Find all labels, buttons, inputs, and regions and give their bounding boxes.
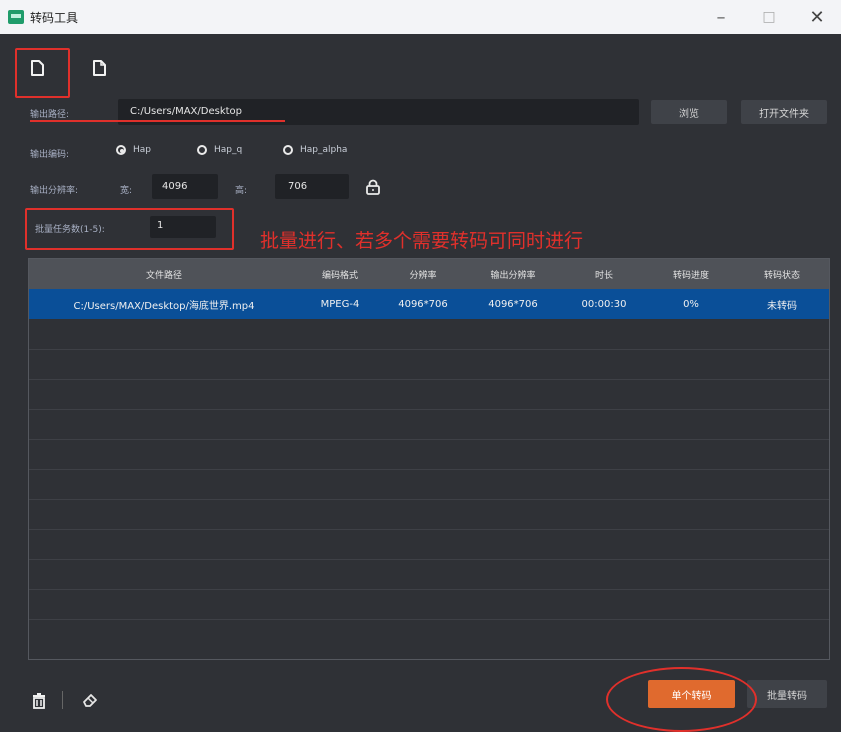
resolution-label: 输出分辨率: — [30, 186, 79, 196]
title-bar: 转码工具 – □ ✕ — [0, 0, 841, 34]
file-alt-icon[interactable] — [86, 55, 112, 81]
table-row[interactable]: C:/Users/MAX/Desktop/海底世界.mp4 MPEG-4 409… — [29, 289, 829, 319]
divider — [62, 691, 63, 709]
output-path-value: C:/Users/MAX/Desktop — [130, 106, 243, 117]
browse-button[interactable]: 浏览 — [651, 100, 727, 124]
row-divider — [29, 409, 829, 410]
radio-hap-q-label: Hap_q — [214, 145, 243, 155]
row-divider — [29, 619, 829, 620]
window-controls: – □ ✕ — [697, 0, 841, 34]
main-panel: 输出路径: C:/Users/MAX/Desktop 浏览 打开文件夹 输出编码… — [0, 34, 841, 732]
cell-codec: MPEG-4 — [320, 298, 360, 310]
batch-highlight — [25, 208, 234, 250]
cell-progress: 0% — [683, 298, 699, 310]
cell-output-resolution: 4096*706 — [488, 298, 538, 310]
encoding-label: 输出编码: — [30, 150, 70, 160]
window-title: 转码工具 — [30, 10, 79, 25]
radio-unchecked-icon — [283, 145, 293, 155]
row-divider — [29, 529, 829, 530]
close-button[interactable]: ✕ — [793, 0, 841, 34]
height-value: 706 — [288, 181, 308, 192]
row-divider — [29, 349, 829, 350]
bottom-toolbar — [30, 691, 99, 709]
row-divider — [29, 379, 829, 380]
row-divider — [29, 589, 829, 590]
cell-file-path: C:/Users/MAX/Desktop/海底世界.mp4 — [73, 300, 255, 312]
batch-annotation: 批量进行、若多个需要转码可同时进行 — [260, 230, 584, 252]
minimize-button[interactable]: – — [697, 0, 745, 34]
open-folder-button[interactable]: 打开文件夹 — [741, 100, 827, 124]
cell-resolution: 4096*706 — [398, 298, 448, 310]
col-duration[interactable]: 时长 — [561, 268, 647, 281]
radio-checked-icon — [116, 145, 126, 155]
col-output-resolution[interactable]: 输出分辨率 — [465, 268, 561, 281]
cell-duration: 00:00:30 — [581, 298, 627, 310]
row-divider — [29, 439, 829, 440]
file-table: 文件路径 编码格式 分辨率 输出分辨率 时长 转码进度 转码状态 C:/User… — [28, 258, 830, 660]
col-codec[interactable]: 编码格式 — [299, 268, 381, 281]
col-file-path[interactable]: 文件路径 — [29, 268, 299, 281]
col-progress[interactable]: 转码进度 — [647, 268, 735, 281]
radio-hap-alpha-label: Hap_alpha — [300, 145, 348, 155]
row-divider — [29, 469, 829, 470]
height-label: 高: — [235, 186, 248, 196]
col-resolution[interactable]: 分辨率 — [381, 268, 465, 281]
row-divider — [29, 499, 829, 500]
table-header: 文件路径 编码格式 分辨率 输出分辨率 时长 转码进度 转码状态 — [29, 259, 829, 289]
trash-icon[interactable] — [30, 691, 48, 709]
row-divider — [29, 559, 829, 560]
width-label: 宽: — [120, 186, 133, 196]
col-status[interactable]: 转码状态 — [735, 268, 829, 281]
maximize-button[interactable]: □ — [745, 0, 793, 34]
cell-status: 未转码 — [767, 300, 797, 312]
file-icon-highlight — [15, 48, 70, 98]
radio-hap-label: Hap — [133, 145, 151, 155]
path-underline — [30, 120, 285, 122]
batch-transcode-button[interactable]: 批量转码 — [747, 680, 827, 708]
radio-hap-alpha[interactable]: Hap_alpha — [283, 145, 347, 155]
output-path-label: 输出路径: — [30, 110, 70, 120]
height-field[interactable] — [275, 174, 349, 199]
transcode-highlight — [606, 667, 757, 732]
radio-hap-q[interactable]: Hap_q — [197, 145, 242, 155]
eraser-icon[interactable] — [81, 691, 99, 709]
radio-unchecked-icon — [197, 145, 207, 155]
radio-hap[interactable]: Hap — [116, 145, 151, 155]
width-value: 4096 — [162, 181, 188, 192]
app-icon — [8, 10, 24, 24]
lock-icon[interactable] — [360, 174, 386, 200]
